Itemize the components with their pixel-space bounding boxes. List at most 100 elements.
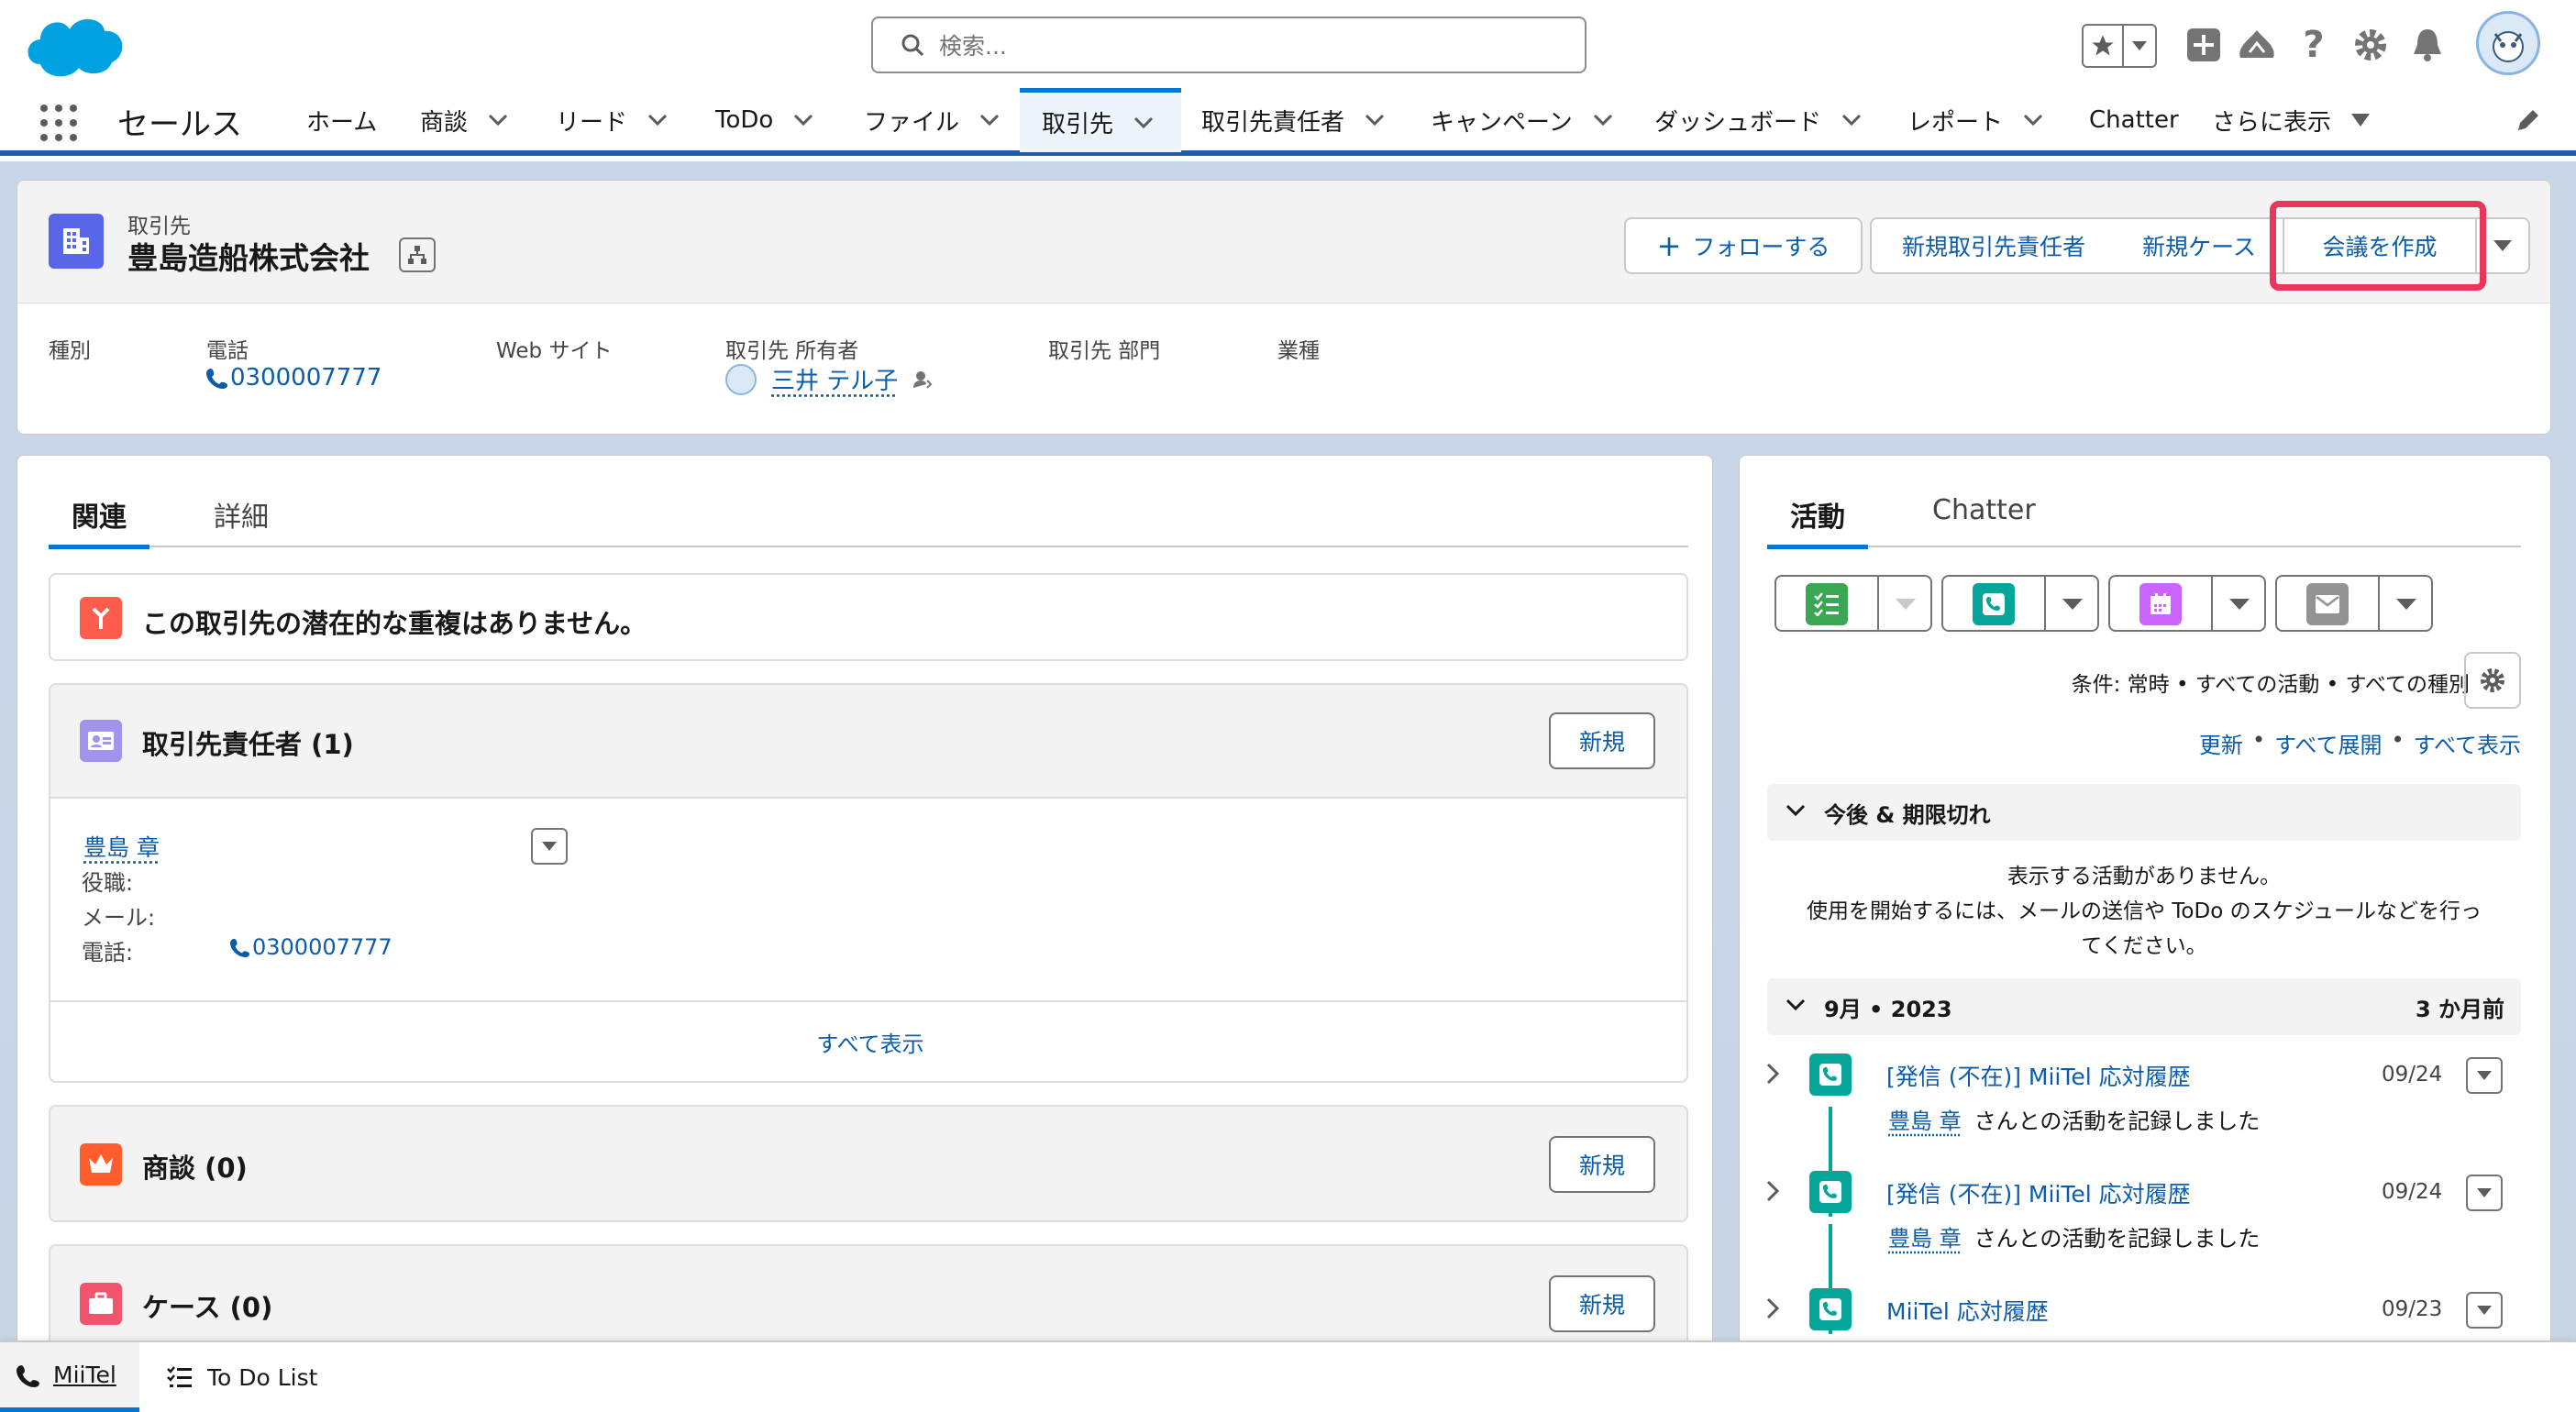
add-icon[interactable] <box>2183 24 2225 66</box>
caret-down-icon[interactable] <box>2229 599 2250 610</box>
tab-chatter[interactable]: Chatter <box>1932 494 2036 526</box>
help-icon[interactable]: ? <box>2293 24 2335 66</box>
caret-down-icon[interactable] <box>1896 599 1916 610</box>
phone-link[interactable]: 0300007777 <box>206 364 381 392</box>
upcoming-section-header[interactable]: 今後 & 期限切れ <box>1767 784 2521 841</box>
expand-all-link[interactable]: すべて展開 <box>2274 727 2382 759</box>
month-section-header[interactable]: 9月 • 2023 3 か月前 <box>1767 978 2521 1035</box>
nav-item-accounts[interactable]: 取引先 <box>1020 88 1181 152</box>
activity-row-actions[interactable] <box>2466 1057 2503 1094</box>
avatar[interactable] <box>2476 11 2540 75</box>
activity-subject-link[interactable]: [発信 (不在)] MiiTel 応対履歴 <box>1886 1059 2191 1092</box>
chevron-down-icon <box>1786 998 1806 1011</box>
call-icon <box>1809 1171 1852 1213</box>
chevron-right-icon[interactable] <box>1765 1180 1782 1202</box>
activity-subject-link[interactable]: [発信 (不在)] MiiTel 応対履歴 <box>1886 1176 2191 1209</box>
log-call-button[interactable] <box>1941 575 2099 632</box>
chevron-down-icon[interactable] <box>793 114 813 127</box>
new-contact-button[interactable]: 新規取引先責任者 <box>1870 217 2117 274</box>
activity-links: 更新 • すべて展開 • すべて表示 <box>2199 727 2521 759</box>
split-divider <box>2378 577 2380 630</box>
nav-item-opportunities[interactable]: 商談 <box>420 88 508 152</box>
event-calendar-icon <box>2139 583 2182 625</box>
activity-subject-link[interactable]: MiiTel 応対履歴 <box>1886 1294 2049 1327</box>
nav-item-files[interactable]: ファイル <box>864 88 1000 152</box>
activity-filter-text: 条件: 常時 • すべての活動 • すべての種別 <box>2071 673 2470 697</box>
setup-gear-icon[interactable] <box>2349 24 2392 66</box>
nav-item-label: レポート <box>1907 108 2004 137</box>
upcoming-empty-message: 表示する活動がありません。 使用を開始するには、メールの送信や ToDo のスケ… <box>1767 859 2521 964</box>
chevron-down-icon[interactable] <box>2023 114 2043 127</box>
nav-item-reports[interactable]: レポート <box>1907 88 2043 152</box>
view-all-link[interactable]: すべて表示 <box>2414 727 2521 759</box>
new-event-button[interactable] <box>2108 575 2266 632</box>
change-owner-icon[interactable] <box>912 370 933 390</box>
nav-item-chatter[interactable]: Chatter <box>2089 88 2179 152</box>
filter-settings-button[interactable] <box>2464 652 2521 709</box>
nav-item-todo[interactable]: ToDo <box>715 88 813 152</box>
cases-new-button[interactable]: 新規 <box>1549 1275 1655 1332</box>
contacts-view-all-link[interactable]: すべて表示 <box>50 1026 1686 1058</box>
chevron-down-icon[interactable] <box>1133 116 1154 129</box>
follow-button[interactable]: + フォローする <box>1624 217 1863 274</box>
nav-item-more[interactable]: さらに表示 <box>2212 88 2371 152</box>
split-divider <box>2044 577 2046 630</box>
chevron-down-icon[interactable] <box>1593 114 1613 127</box>
caret-down-icon <box>2493 240 2512 251</box>
chevron-down-icon[interactable] <box>2124 26 2155 66</box>
utility-todo-list[interactable]: To Do List <box>167 1342 317 1412</box>
global-search-input[interactable]: 検索... <box>871 17 1587 73</box>
nav-item-label: 商談 <box>420 108 469 137</box>
app-launcher-icon[interactable] <box>39 103 79 143</box>
chevron-right-icon[interactable] <box>1765 1297 1782 1319</box>
nav-item-campaigns[interactable]: キャンペーン <box>1431 88 1613 152</box>
new-task-button[interactable] <box>1774 575 1932 632</box>
contact-row-actions[interactable] <box>531 828 568 865</box>
tab-activity[interactable]: 活動 <box>1767 492 1868 549</box>
chevron-down-icon[interactable] <box>1365 114 1385 127</box>
nav-item-dashboards[interactable]: ダッシュボード <box>1654 88 1862 152</box>
notification-bell-icon[interactable] <box>2406 24 2449 66</box>
tab-related[interactable]: 関連 <box>49 492 149 549</box>
utility-miitel-label: MiiTel <box>53 1362 116 1388</box>
owner-link[interactable]: 三井 テル子 <box>771 362 898 396</box>
duplicate-message: この取引先の潜在的な重複はありません。 <box>142 608 647 639</box>
activity-row-actions[interactable] <box>2466 1292 2503 1329</box>
utility-miitel[interactable]: MiiTel <box>0 1342 139 1412</box>
opportunities-new-button[interactable]: 新規 <box>1549 1136 1655 1193</box>
chevron-down-icon[interactable] <box>1841 114 1862 127</box>
trailhead-icon[interactable] <box>2236 24 2278 66</box>
chevron-down-icon[interactable] <box>647 114 668 127</box>
chevron-down-icon[interactable] <box>979 114 1000 127</box>
chevron-down-icon[interactable] <box>488 114 508 127</box>
hierarchy-button[interactable] <box>399 237 436 272</box>
search-icon <box>901 34 924 57</box>
activity-who-link[interactable]: 豊島 章 <box>1888 1220 1962 1252</box>
edit-nav-pencil-icon[interactable] <box>2515 106 2542 134</box>
nav-item-leads[interactable]: リード <box>556 88 668 152</box>
activity-date: 09/24 <box>2382 1063 2443 1087</box>
app-nav-bar: セールス ホーム 商談 リード ToDo ファイル 取引先 取引先責任者 キャン… <box>0 88 2576 156</box>
tab-details[interactable]: 詳細 <box>214 494 269 535</box>
refresh-link[interactable]: 更新 <box>2199 727 2243 759</box>
nav-item-home[interactable]: ホーム <box>306 88 377 152</box>
contact-phone-value: 0300007777 <box>252 934 392 960</box>
caret-down-icon[interactable] <box>2062 599 2083 610</box>
contacts-title: 取引先責任者 (1) <box>142 729 354 760</box>
contact-name-link[interactable]: 豊島 章 <box>83 830 160 863</box>
chevron-right-icon[interactable] <box>1765 1063 1782 1085</box>
caret-down-icon[interactable] <box>2396 599 2416 610</box>
contacts-new-button[interactable]: 新規 <box>1549 712 1655 769</box>
contact-phone-link[interactable]: 0300007777 <box>230 934 392 960</box>
send-email-button[interactable] <box>2275 575 2433 632</box>
follow-label: フォローする <box>1692 234 1830 260</box>
salesforce-logo[interactable] <box>22 9 128 83</box>
call-icon <box>1809 1288 1852 1330</box>
nav-item-contacts[interactable]: 取引先責任者 <box>1201 88 1385 152</box>
favorites-button[interactable] <box>2082 24 2157 68</box>
activity-row-actions[interactable] <box>2466 1175 2503 1211</box>
activity-who-link[interactable]: 豊島 章 <box>1888 1103 1962 1135</box>
tab-label: 関連 <box>72 502 127 534</box>
new-case-button[interactable]: 新規ケース <box>2116 217 2284 274</box>
tab-label: 詳細 <box>214 502 269 534</box>
